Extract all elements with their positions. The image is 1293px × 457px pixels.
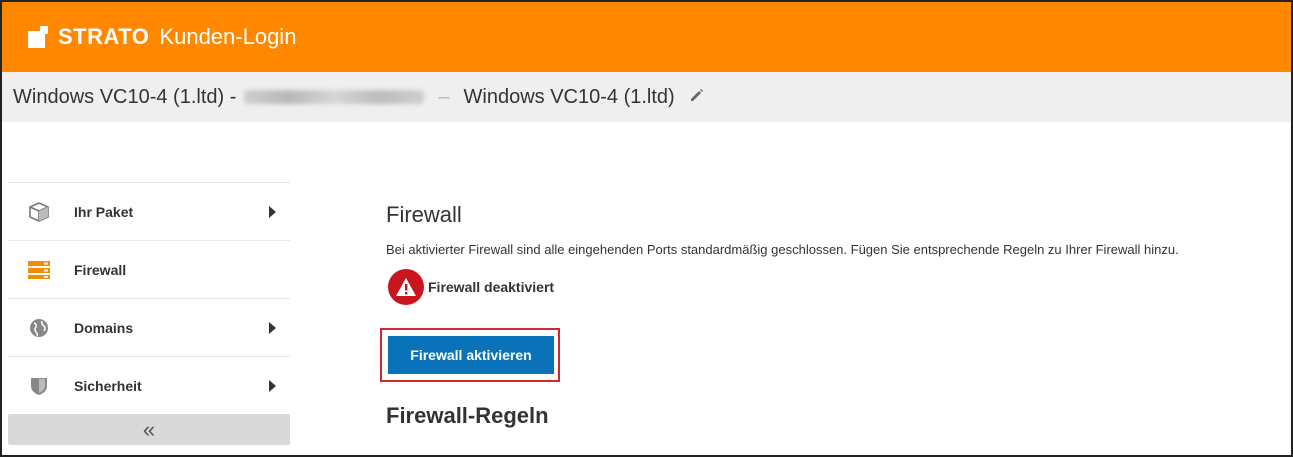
browser-frame: STRATO Kunden-Login Windows VC10-4 (1.lt… [0, 0, 1293, 457]
sidebar-item-sicherheit[interactable]: Sicherheit [8, 356, 290, 414]
sidebar-item-label: Domains [74, 319, 134, 336]
sidebar-item-label: Firewall [74, 261, 127, 278]
collapse-sidebar-button[interactable]: « [8, 414, 290, 445]
main-content: Firewall Bei aktivierter Firewall sind a… [380, 202, 1286, 428]
package-name: Windows VC10-4 (1.ltd) [463, 85, 675, 108]
sidebar-item-domains[interactable]: Domains [8, 298, 290, 356]
firewall-icon [26, 257, 52, 283]
activate-firewall-button[interactable]: Firewall aktivieren [388, 336, 554, 374]
title-separator: – [438, 85, 450, 108]
package-icon [26, 199, 52, 225]
brand-logo-text: STRATO [58, 24, 150, 49]
chevron-right-icon [269, 379, 276, 392]
sidebar-item-ihr-paket[interactable]: Ihr Paket [8, 182, 290, 240]
status-text: Firewall deaktiviert [428, 279, 555, 295]
sidebar-nav: Ihr Paket Firewall Domains Sicherheit « [8, 182, 290, 445]
pencil-icon[interactable] [689, 87, 705, 108]
sidebar-item-firewall[interactable]: Firewall [8, 240, 290, 298]
redacted-text [244, 90, 425, 104]
firewall-rules-heading: Firewall-Regeln [386, 403, 549, 428]
highlight-box: Firewall aktivieren [380, 328, 560, 382]
firewall-status: Firewall deaktiviert [386, 269, 1286, 305]
shield-icon [26, 373, 52, 399]
sidebar-item-label: Sicherheit [74, 377, 142, 394]
warning-icon [388, 269, 424, 305]
strato-logo-icon [28, 26, 50, 48]
firewall-description: Bei aktivierter Firewall sind alle einge… [386, 242, 1179, 257]
chevron-right-icon [269, 205, 276, 218]
page-title: Firewall [386, 202, 462, 227]
globe-icon [26, 315, 52, 341]
chevron-right-icon [269, 321, 276, 334]
sidebar-item-label: Ihr Paket [74, 203, 134, 220]
header-bar: STRATO Kunden-Login [2, 2, 1291, 72]
package-title-bar: Windows VC10-4 (1.ltd) - – Windows VC10-… [2, 72, 1291, 122]
header-subtitle: Kunden-Login [159, 24, 297, 49]
package-title: Windows VC10-4 (1.ltd) - [13, 85, 237, 108]
